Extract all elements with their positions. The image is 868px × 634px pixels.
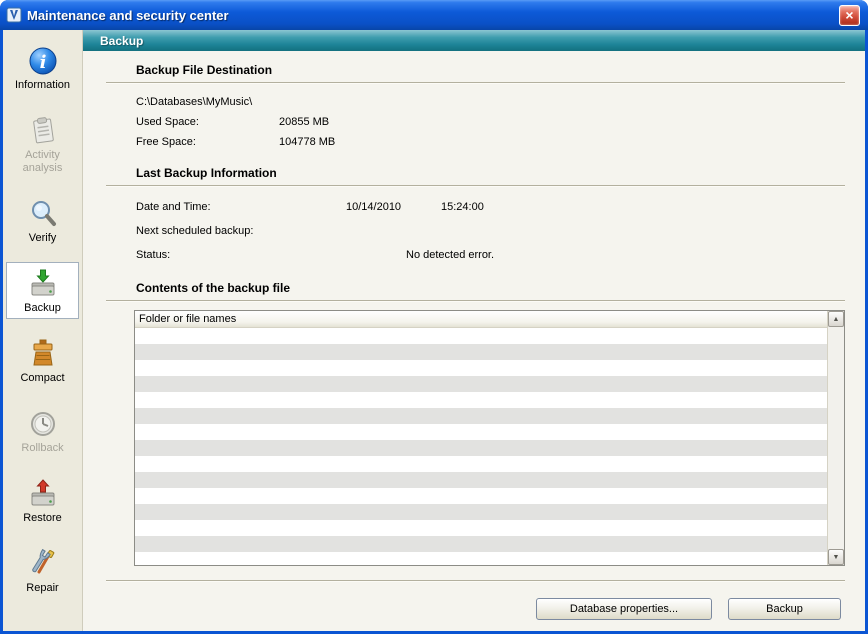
table-row[interactable] bbox=[135, 344, 827, 360]
window: Maintenance and security center × i bbox=[0, 0, 868, 634]
status-value: No detected error. bbox=[406, 249, 494, 261]
rollback-icon bbox=[27, 408, 59, 440]
table-row[interactable] bbox=[135, 392, 827, 408]
vertical-scrollbar[interactable]: ▲ ▼ bbox=[827, 311, 844, 565]
page-title: Backup bbox=[100, 34, 143, 48]
table-column-header[interactable]: Folder or file names bbox=[135, 311, 827, 328]
last-backup-heading: Last Backup Information bbox=[136, 166, 845, 181]
down-arrow-icon: ▼ bbox=[833, 554, 840, 561]
sidebar-item-label: Backup bbox=[7, 302, 79, 315]
table-row[interactable] bbox=[135, 360, 827, 376]
section-divider bbox=[106, 82, 845, 84]
table-row[interactable] bbox=[135, 536, 827, 552]
close-button[interactable]: × bbox=[839, 5, 860, 26]
sidebar-item-repair[interactable]: Repair bbox=[6, 542, 79, 599]
destination-heading: Backup File Destination bbox=[136, 63, 845, 78]
used-space-row: Used Space: 20855 MB bbox=[136, 112, 845, 132]
main-panel: Backup Backup File Destination C:\Databa… bbox=[83, 30, 865, 631]
scrollbar-up-button[interactable]: ▲ bbox=[828, 311, 844, 327]
backup-icon bbox=[27, 268, 59, 300]
svg-text:i: i bbox=[39, 52, 46, 73]
free-space-row: Free Space: 104778 MB bbox=[136, 132, 845, 152]
datetime-label: Date and Time: bbox=[136, 201, 346, 213]
status-row: Status: No detected error. bbox=[136, 243, 845, 267]
sidebar-item-label: Restore bbox=[7, 512, 79, 525]
repair-icon bbox=[27, 548, 59, 580]
window-title: Maintenance and security center bbox=[27, 8, 229, 23]
sidebar-item-label: Repair bbox=[7, 582, 79, 595]
up-arrow-icon: ▲ bbox=[833, 316, 840, 323]
table-row[interactable] bbox=[135, 552, 827, 566]
table-row[interactable] bbox=[135, 488, 827, 504]
content-area: Backup File Destination C:\Databases\MyM… bbox=[83, 51, 865, 631]
destination-path-row: C:\Databases\MyMusic\ bbox=[136, 92, 845, 112]
scrollbar-down-button[interactable]: ▼ bbox=[828, 549, 844, 565]
section-divider bbox=[106, 185, 845, 187]
next-backup-label: Next scheduled backup: bbox=[136, 225, 346, 237]
sidebar-item-verify[interactable]: Verify bbox=[6, 192, 79, 249]
column-header-label: Folder or file names bbox=[139, 313, 236, 325]
verify-icon bbox=[27, 198, 59, 230]
next-backup-row: Next scheduled backup: bbox=[136, 219, 845, 243]
sidebar-item-rollback: Rollback bbox=[6, 402, 79, 459]
contents-heading: Contents of the backup file bbox=[136, 281, 845, 296]
sidebar-item-compact[interactable]: Compact bbox=[6, 332, 79, 389]
page-header: Backup bbox=[83, 30, 865, 51]
table-row[interactable] bbox=[135, 456, 827, 472]
activity-analysis-icon bbox=[27, 115, 59, 147]
destination-path: C:\Databases\MyMusic\ bbox=[136, 96, 252, 108]
table-row[interactable] bbox=[135, 424, 827, 440]
used-space-value: 20855 MB bbox=[279, 116, 329, 128]
table-row[interactable] bbox=[135, 440, 827, 456]
button-row: Database properties... Backup bbox=[106, 598, 845, 620]
free-space-value: 104778 MB bbox=[279, 136, 335, 148]
information-icon: i bbox=[27, 45, 59, 77]
sidebar-item-information[interactable]: i Information bbox=[6, 39, 79, 96]
free-space-label: Free Space: bbox=[136, 136, 279, 148]
section-divider bbox=[106, 300, 845, 302]
sidebar-item-label: Activity analysis bbox=[7, 149, 79, 175]
sidebar-item-restore[interactable]: Restore bbox=[6, 472, 79, 529]
scrollbar-track[interactable] bbox=[828, 327, 844, 549]
sidebar-item-backup[interactable]: Backup bbox=[6, 262, 79, 319]
backup-contents-table: Folder or file names ▲ ▼ bbox=[134, 310, 845, 566]
time-value: 15:24:00 bbox=[441, 201, 484, 213]
footer-divider bbox=[106, 580, 845, 582]
table-row[interactable] bbox=[135, 520, 827, 536]
app-icon bbox=[6, 7, 22, 23]
sidebar-item-label: Rollback bbox=[7, 442, 79, 455]
compact-icon bbox=[27, 338, 59, 370]
used-space-label: Used Space: bbox=[136, 116, 279, 128]
database-properties-button[interactable]: Database properties... bbox=[536, 598, 712, 620]
table-row[interactable] bbox=[135, 408, 827, 424]
sidebar-item-label: Compact bbox=[7, 372, 79, 385]
date-value: 10/14/2010 bbox=[346, 201, 441, 213]
close-icon: × bbox=[845, 7, 853, 23]
table-row[interactable] bbox=[135, 376, 827, 392]
table-row[interactable] bbox=[135, 328, 827, 344]
sidebar-item-label: Verify bbox=[7, 232, 79, 245]
restore-icon bbox=[27, 478, 59, 510]
sidebar-item-activity-analysis: Activity analysis bbox=[6, 109, 79, 179]
sidebar: i Information bbox=[3, 30, 83, 631]
sidebar-item-label: Information bbox=[7, 79, 79, 92]
status-label: Status: bbox=[136, 249, 406, 261]
backup-button[interactable]: Backup bbox=[728, 598, 841, 620]
table-row[interactable] bbox=[135, 504, 827, 520]
table-body bbox=[135, 328, 827, 566]
titlebar[interactable]: Maintenance and security center × bbox=[0, 0, 868, 30]
datetime-row: Date and Time: 10/14/2010 15:24:00 bbox=[136, 195, 845, 219]
table-row[interactable] bbox=[135, 472, 827, 488]
